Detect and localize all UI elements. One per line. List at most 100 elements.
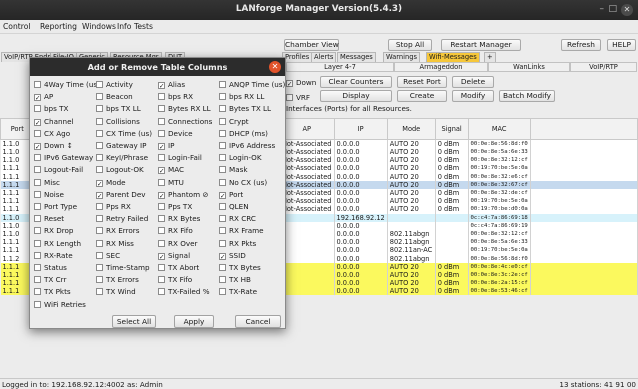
tab-messages[interactable]: Messages	[337, 52, 376, 62]
down-checkbox-box[interactable]: ✓	[286, 80, 293, 87]
checkbox-unchecked[interactable]	[219, 239, 226, 247]
checkbox-unchecked[interactable]	[219, 178, 226, 186]
checkbox-unchecked[interactable]	[219, 264, 226, 271]
restart-manager-button[interactable]: Restart Manager	[441, 39, 521, 51]
checkbox-unchecked[interactable]	[34, 190, 41, 198]
checkbox-unchecked[interactable]	[34, 166, 41, 174]
checkbox-unchecked[interactable]	[158, 105, 165, 113]
minimize-icon[interactable]: –	[600, 4, 605, 14]
checkbox-checked[interactable]: ✓	[219, 191, 226, 199]
menu-control[interactable]: Control	[3, 22, 30, 31]
checkbox-unchecked[interactable]	[158, 288, 165, 296]
checkbox-unchecked[interactable]	[34, 154, 41, 162]
column-checkbox[interactable]: Time-Stamp	[96, 263, 150, 273]
checkbox-unchecked[interactable]	[219, 129, 226, 137]
column-checkbox[interactable]: TX Errors	[96, 275, 139, 285]
modify-button[interactable]: Modify	[452, 90, 494, 102]
column-checkbox[interactable]: TX Wind	[96, 287, 136, 297]
column-checkbox[interactable]: RX Pkts	[219, 239, 256, 249]
column-checkbox[interactable]: IPv6 Gateway	[34, 153, 93, 163]
column-checkbox[interactable]: Gateway IP	[96, 141, 147, 151]
column-checkbox[interactable]: Login-Fail	[158, 153, 202, 163]
checkbox-unchecked[interactable]	[158, 215, 165, 223]
column-checkbox[interactable]: ✓ Alias	[158, 80, 185, 90]
checkbox-unchecked[interactable]	[96, 81, 103, 88]
column-checkbox[interactable]: CX Time (us)	[96, 129, 152, 139]
column-checkbox[interactable]: TX Abort	[158, 263, 199, 273]
stop-all-button[interactable]: Stop All	[388, 39, 432, 51]
checkbox-unchecked[interactable]	[34, 239, 41, 247]
menu-info[interactable]: Info	[117, 22, 131, 31]
menu-windows[interactable]: Windows	[82, 22, 116, 31]
window-close-icon[interactable]: ✕	[621, 4, 633, 16]
column-checkbox[interactable]: RX Length	[34, 239, 81, 249]
checkbox-unchecked[interactable]	[96, 215, 103, 223]
checkbox-unchecked[interactable]	[158, 117, 165, 125]
column-checkbox[interactable]: SEC	[96, 251, 120, 261]
checkbox-unchecked[interactable]	[34, 178, 41, 186]
checkbox-unchecked[interactable]	[96, 264, 103, 271]
column-checkbox[interactable]: Bytes TX LL	[219, 104, 271, 114]
checkbox-checked[interactable]: ✓	[96, 179, 103, 187]
column-checkbox[interactable]: RX CRC	[219, 214, 256, 224]
checkbox-unchecked[interactable]	[219, 154, 226, 162]
column-checkbox[interactable]: DHCP (ms)	[219, 129, 268, 139]
column-checkbox[interactable]: ✓ Port	[219, 190, 243, 200]
column-checkbox[interactable]: No CX (us)	[219, 178, 267, 188]
column-checkbox[interactable]: bps RX LL	[219, 92, 264, 102]
column-checkbox[interactable]: RX Errors	[96, 226, 139, 236]
checkbox-unchecked[interactable]	[96, 142, 103, 149]
checkbox-unchecked[interactable]	[219, 203, 226, 210]
column-checkbox[interactable]: Status	[34, 263, 67, 273]
column-checkbox[interactable]: Pps RX	[96, 202, 131, 212]
column-checkbox[interactable]: bps RX	[158, 92, 193, 102]
column-checkbox[interactable]: Connections	[158, 117, 212, 127]
checkbox-unchecked[interactable]	[219, 117, 226, 125]
checkbox-unchecked[interactable]	[158, 227, 165, 235]
column-checkbox[interactable]: ✓ Down ↕	[34, 141, 73, 151]
checkbox-unchecked[interactable]	[34, 251, 41, 259]
down-checkbox[interactable]: ✓ Down	[286, 78, 316, 88]
checkbox-unchecked[interactable]	[34, 276, 41, 284]
reset-port-button[interactable]: Reset Port	[397, 76, 447, 88]
column-checkbox[interactable]: RX Frame	[219, 226, 264, 236]
column-checkbox[interactable]: IPv6 Address	[219, 141, 275, 151]
checkbox-unchecked[interactable]	[219, 105, 226, 113]
subtab-wanlinks[interactable]: WanLinks	[488, 62, 570, 72]
checkbox-unchecked[interactable]	[34, 215, 41, 223]
checkbox-unchecked[interactable]	[96, 117, 103, 125]
column-checkbox[interactable]: ✓ Channel	[34, 117, 74, 127]
column-checkbox[interactable]: ✓ MAC	[158, 165, 184, 175]
display-button[interactable]: Display	[320, 90, 392, 102]
column-checkbox[interactable]: bps TX	[34, 104, 68, 114]
checkbox-unchecked[interactable]	[96, 251, 103, 259]
column-checkbox[interactable]: RX Bytes	[158, 214, 200, 224]
checkbox-unchecked[interactable]	[96, 154, 103, 162]
checkbox-unchecked[interactable]	[158, 178, 165, 186]
checkbox-unchecked[interactable]	[96, 227, 103, 235]
checkbox-unchecked[interactable]	[34, 105, 41, 113]
checkbox-unchecked[interactable]	[158, 276, 165, 284]
column-checkbox[interactable]: TX HB	[219, 275, 251, 285]
column-checkbox[interactable]: Noise	[34, 190, 64, 200]
column-checkbox[interactable]: Logout-Fail	[34, 165, 83, 175]
checkbox-unchecked[interactable]	[158, 264, 165, 271]
checkbox-unchecked[interactable]	[34, 264, 41, 271]
column-checkbox[interactable]: TX-Rate	[219, 287, 257, 297]
checkbox-unchecked[interactable]	[96, 288, 103, 296]
checkbox-unchecked[interactable]	[219, 166, 226, 174]
subtab-voip-rtp[interactable]: VoIP/RTP	[570, 62, 637, 72]
checkbox-unchecked[interactable]	[219, 93, 226, 101]
column-checkbox[interactable]: Port Type	[34, 202, 77, 212]
column-checkbox[interactable]: RX Over	[158, 239, 198, 249]
dialog-close-icon[interactable]: ✕	[269, 61, 281, 73]
checkbox-checked[interactable]: ✓	[158, 82, 165, 89]
header-mode[interactable]: Mode	[386, 118, 436, 140]
delete-button[interactable]: Delete	[452, 76, 494, 88]
column-checkbox[interactable]: Activity	[96, 80, 133, 90]
checkbox-unchecked[interactable]	[219, 227, 226, 235]
column-checkbox[interactable]: MTU	[158, 178, 184, 188]
checkbox-unchecked[interactable]	[219, 142, 226, 149]
checkbox-unchecked[interactable]	[219, 288, 226, 296]
column-checkbox[interactable]: Crypt	[219, 117, 249, 127]
